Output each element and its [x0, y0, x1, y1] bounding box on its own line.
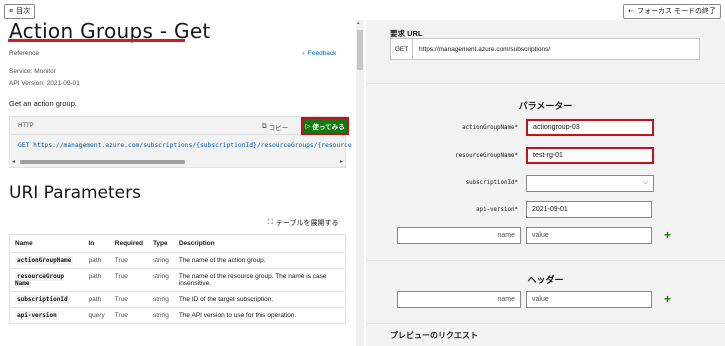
- param-required: True: [109, 268, 148, 292]
- api-version-param-label: api-version*: [476, 207, 518, 213]
- request-url: https://management.azure.com/subscriptio…: [419, 45, 551, 53]
- col-header-name: Name: [9, 234, 84, 253]
- copy-icon: ⧉: [262, 123, 267, 130]
- try-it-panel: 要求 URL GET https://management.azure.com/…: [366, 20, 725, 346]
- horizontal-scrollbar[interactable]: ◂ ▸: [10, 158, 345, 166]
- copy-button[interactable]: ⧉ コピー: [262, 122, 288, 132]
- feedback-link[interactable]: ♁ Feedback: [301, 50, 336, 57]
- api-version-value: 2021-09-01: [532, 206, 568, 213]
- api-version-label: API Version: 2021-09-01: [9, 80, 80, 87]
- divider: [366, 323, 725, 324]
- col-header-type: Type: [147, 234, 174, 253]
- param-name: api-version: [15, 311, 59, 320]
- param-name: subscriptionId: [15, 295, 70, 304]
- code-block: HTTP ⧉ コピー ▷ 使ってみる GET https://managemen…: [9, 116, 352, 168]
- header-value-input[interactable]: value: [526, 291, 652, 308]
- param-type: string: [147, 291, 174, 308]
- param-description: The name of the resource group. The name…: [173, 268, 346, 292]
- divider: [366, 83, 725, 84]
- param-in: query: [83, 307, 110, 324]
- expand-icon: ⛶: [268, 219, 273, 226]
- param-name-placeholder: name: [497, 232, 515, 239]
- col-header-description: Description: [173, 234, 346, 253]
- scroll-left-icon[interactable]: ◂: [12, 158, 15, 165]
- resource-group-name-input[interactable]: test-rg-01: [526, 147, 654, 164]
- param-description: The ID of the target subscription.: [173, 291, 346, 308]
- request-url-field: GET https://management.azure.com/subscri…: [390, 38, 700, 60]
- feedback-icon: ♁: [301, 50, 306, 57]
- action-group-name-input[interactable]: actiongroup-03: [526, 119, 654, 136]
- vertical-scrollbar[interactable]: ▴: [356, 20, 364, 346]
- try-it-label: 使ってみる: [312, 124, 345, 131]
- feedback-label: Feedback: [307, 50, 337, 57]
- headers-heading: ヘッダー: [527, 275, 564, 285]
- add-parameter-icon[interactable]: +: [664, 228, 671, 242]
- play-icon: ▷: [305, 123, 311, 130]
- header-name-placeholder: name: [497, 296, 515, 303]
- col-header-required: Required: [109, 234, 148, 253]
- uri-parameters-table: Name In Required Type Description action…: [9, 234, 346, 324]
- action-group-name-value: actiongroup-03: [533, 124, 580, 131]
- chevron-down-icon: ⌵: [642, 179, 648, 186]
- copy-label: コピー: [268, 125, 289, 132]
- api-version-input[interactable]: 2021-09-01: [526, 201, 652, 218]
- expand-table-button[interactable]: ⛶ テーブルを展開する: [268, 218, 339, 228]
- param-type: string: [147, 307, 174, 324]
- param-type: string: [147, 268, 174, 292]
- param-value-input[interactable]: value: [526, 227, 652, 244]
- resource-group-name-value: test-rg-01: [533, 152, 563, 159]
- param-in: path: [83, 268, 110, 292]
- param-description: The API version to use for this operatio…: [173, 307, 346, 324]
- param-name: actionGroupName: [15, 256, 74, 265]
- scroll-thumb[interactable]: [20, 160, 185, 164]
- header-name-input[interactable]: name: [397, 291, 521, 308]
- divider: [366, 260, 725, 261]
- code-header: HTTP ⧉ コピー ▷ 使ってみる: [10, 117, 349, 135]
- description-text: Get an action group.: [9, 99, 77, 108]
- subscription-id-label: subscriptionId*: [465, 180, 518, 186]
- http-method: GET: [391, 39, 413, 59]
- param-description: The name of the action group.: [173, 252, 346, 269]
- scroll-right-icon[interactable]: ▸: [340, 158, 343, 165]
- param-name-input[interactable]: name: [397, 227, 521, 244]
- expand-table-label: テーブルを展開する: [275, 220, 339, 227]
- subscription-id-select[interactable]: ⌵: [526, 175, 654, 192]
- resource-group-name-label: resourceGroupName*: [455, 153, 518, 159]
- param-in: path: [83, 291, 110, 308]
- try-it-button[interactable]: ▷ 使ってみる: [301, 117, 349, 135]
- exit-focus-mode-label: フォーカス モードの終了: [637, 8, 716, 15]
- param-name: resourceGroup Name: [15, 272, 64, 288]
- title-highlight-underline: [8, 39, 185, 42]
- service-label: Service: Monitor: [9, 68, 56, 75]
- col-header-in: In: [83, 234, 110, 253]
- table-row: resourceGroup Name path True string The …: [9, 268, 346, 292]
- table-row: api-version query True string The API ve…: [9, 307, 346, 324]
- param-required: True: [109, 291, 148, 308]
- parameters-heading: パラメーター: [518, 101, 573, 111]
- code-line: GET https://management.azure.com/subscri…: [18, 142, 352, 149]
- uri-parameters-heading: URI Parameters: [9, 183, 141, 203]
- code-language: HTTP: [18, 123, 34, 129]
- preview-request-heading: プレビューのリクエスト: [390, 331, 478, 340]
- table-row: subscriptionId path True string The ID o…: [9, 291, 346, 308]
- reference-label: Reference: [9, 50, 39, 57]
- header-value-placeholder: value: [532, 296, 549, 303]
- param-type: string: [147, 252, 174, 269]
- exit-icon: ⇠: [628, 8, 635, 15]
- exit-focus-mode-button[interactable]: ⇠ フォーカス モードの終了: [623, 4, 721, 19]
- add-header-icon[interactable]: +: [664, 292, 671, 306]
- table-row: actionGroupName path True string The nam…: [9, 252, 346, 269]
- table-header-row: Name In Required Type Description: [9, 234, 346, 253]
- scroll-thumb[interactable]: [357, 30, 363, 70]
- param-value-placeholder: value: [532, 232, 549, 239]
- param-required: True: [109, 307, 148, 324]
- param-in: path: [83, 252, 110, 269]
- param-required: True: [109, 252, 148, 269]
- action-group-name-label: actionGroupName*: [462, 125, 518, 131]
- scroll-up-icon[interactable]: ▴: [357, 20, 360, 26]
- doc-panel: Action Groups - Get Reference ♁ Feedback…: [0, 0, 354, 346]
